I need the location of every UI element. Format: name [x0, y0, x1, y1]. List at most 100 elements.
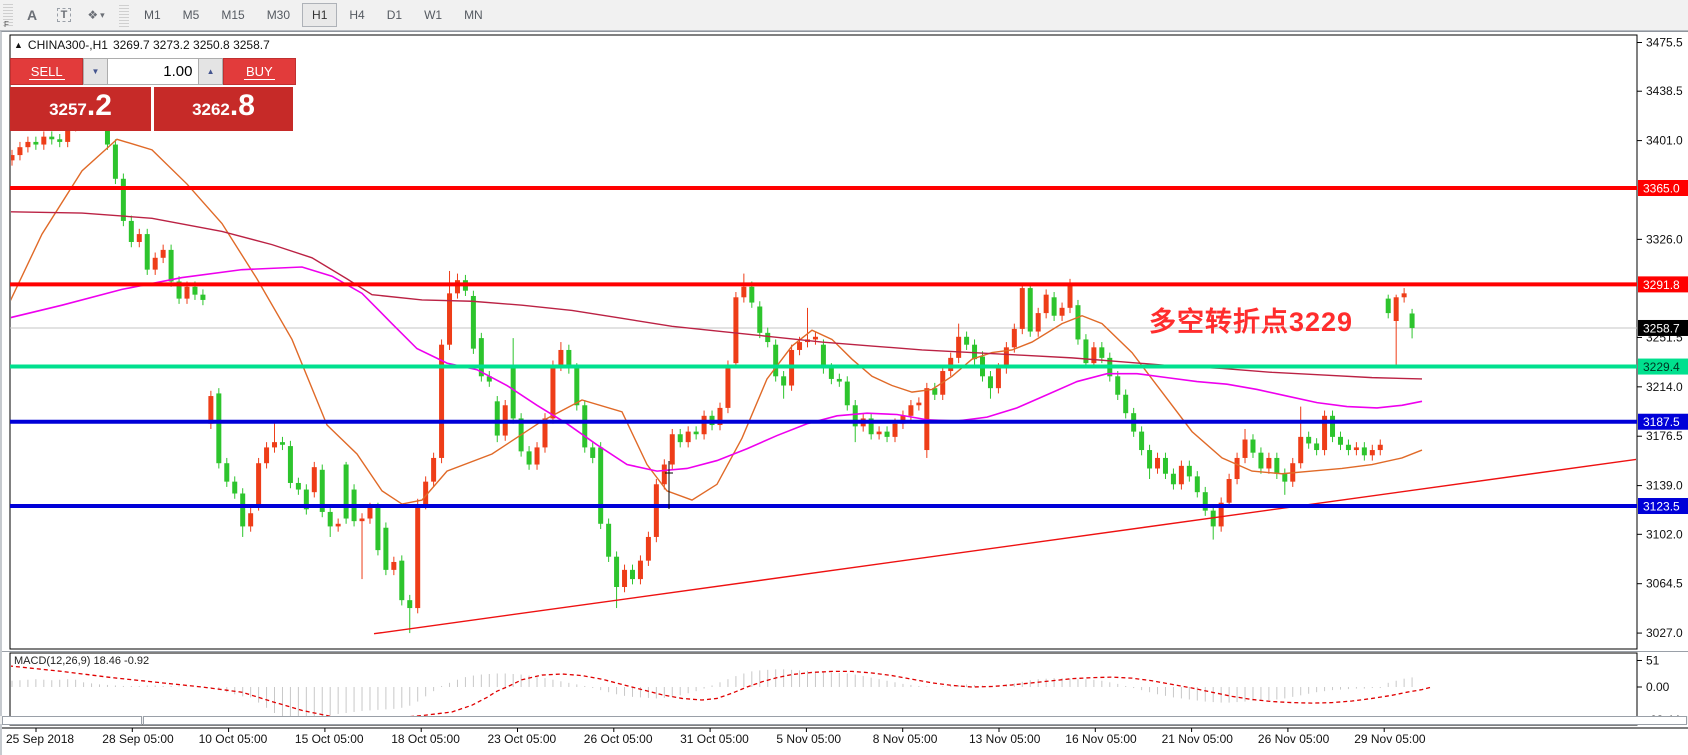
- candle-up: [367, 508, 372, 519]
- candle-up: [813, 337, 818, 340]
- toolbar-grip[interactable]: F: [3, 4, 13, 26]
- candle-down: [630, 570, 635, 579]
- chart-text-annotation: 多空转折点3229: [1149, 300, 1353, 339]
- bid-price[interactable]: 3257.2: [10, 87, 151, 131]
- candle-up: [646, 537, 651, 561]
- candle-up: [558, 350, 563, 366]
- candle-down: [1282, 474, 1287, 482]
- candle-down: [1346, 445, 1351, 450]
- candle-down: [590, 447, 595, 458]
- volume-decrease-button[interactable]: ▼: [83, 58, 107, 85]
- price-tick-label: 3139.0: [1646, 479, 1683, 493]
- timeframe-button-m1[interactable]: M1: [134, 3, 171, 27]
- timeframe-button-m30[interactable]: M30: [257, 3, 300, 27]
- candle-down: [829, 368, 834, 379]
- candle-down: [49, 137, 54, 140]
- candle-down: [121, 179, 126, 221]
- timeframe-button-m15[interactable]: M15: [211, 3, 254, 27]
- candle-up: [431, 458, 436, 482]
- candle-up: [272, 442, 277, 447]
- candle-down: [232, 482, 237, 494]
- candle-up: [1179, 466, 1184, 484]
- candle-up: [153, 258, 158, 270]
- candle-up: [185, 287, 190, 299]
- candle-down: [837, 379, 842, 382]
- scrollbar-left-box[interactable]: [2, 716, 142, 725]
- candle-down: [407, 600, 412, 608]
- candle-down: [1362, 447, 1367, 455]
- timeframe-button-d1[interactable]: D1: [377, 3, 412, 27]
- shapes-icon[interactable]: ❖ ▾: [83, 3, 109, 27]
- candle-up: [1378, 445, 1383, 450]
- sell-button[interactable]: SELL: [10, 58, 83, 85]
- candle-up: [455, 280, 460, 293]
- time-label: 28 Sep 05:00: [102, 732, 174, 746]
- candle-up: [1091, 347, 1096, 363]
- timeframe-button-m5[interactable]: M5: [173, 3, 210, 27]
- time-label: 15 Oct 05:00: [295, 732, 364, 746]
- volume-input[interactable]: 1.00: [108, 58, 199, 85]
- candle-down: [773, 345, 778, 377]
- volume-increase-button[interactable]: ▲: [198, 58, 222, 85]
- candle-up: [662, 465, 667, 485]
- candle-down: [1258, 453, 1263, 469]
- candle-down: [1306, 437, 1311, 444]
- price-badge-label: 3258.7: [1643, 321, 1680, 335]
- time-label: 25 Sep 2018: [6, 732, 74, 746]
- candle-up: [1012, 329, 1017, 347]
- timeframe-button-h4[interactable]: H4: [339, 3, 374, 27]
- candle-down: [1163, 458, 1168, 474]
- candle-down: [614, 557, 619, 587]
- chart-canvas[interactable]: 3475.53438.53401.03326.03251.53214.03176…: [2, 32, 1688, 755]
- scrollbar-thumb[interactable]: [143, 716, 1687, 725]
- timeframe-button-h1[interactable]: H1: [302, 3, 337, 27]
- candle-down: [288, 446, 293, 483]
- collapse-arrow-icon[interactable]: ▲: [14, 40, 23, 50]
- time-label: 31 Oct 05:00: [680, 732, 749, 746]
- candle-up: [893, 424, 898, 437]
- price-tick-label: 3102.0: [1646, 527, 1683, 541]
- macd-indicator-label: MACD(12,26,9) 18.46 -0.92: [14, 655, 149, 667]
- candle-down: [1123, 395, 1128, 413]
- ask-price[interactable]: 3262.8: [154, 87, 293, 131]
- candle-up: [1354, 447, 1359, 450]
- candle-up: [702, 416, 707, 434]
- candle-down: [1115, 376, 1120, 394]
- time-label: 13 Nov 05:00: [969, 732, 1041, 746]
- buy-button[interactable]: BUY: [223, 58, 296, 85]
- candle-down: [1139, 432, 1144, 450]
- candle-down: [574, 368, 579, 405]
- text-annotation-icon[interactable]: A: [19, 3, 45, 27]
- ask-pips: .8: [230, 89, 255, 123]
- candle-down: [471, 296, 476, 349]
- candle-up: [137, 234, 142, 242]
- price-tick-label: 3214.0: [1646, 380, 1683, 394]
- candle-down: [1330, 416, 1335, 437]
- chart-window: 3475.53438.53401.03326.03251.53214.03176…: [0, 31, 1688, 755]
- candle-up: [1060, 308, 1065, 316]
- candle-down: [495, 401, 500, 435]
- candle-down: [1274, 458, 1279, 474]
- timeframe-button-mn[interactable]: MN: [454, 3, 493, 27]
- candle-down: [1386, 299, 1391, 313]
- candle-up: [1044, 295, 1049, 313]
- text-label-icon[interactable]: T: [51, 3, 77, 27]
- candle-up: [1266, 458, 1271, 469]
- candle-down: [296, 483, 301, 490]
- candle-up: [1394, 297, 1399, 321]
- candle-up: [1068, 284, 1073, 308]
- candle-down: [216, 393, 221, 463]
- candle-down: [1410, 313, 1415, 327]
- timeframe-button-w1[interactable]: W1: [414, 3, 452, 27]
- symbol-name: CHINA300-,H1: [28, 38, 108, 52]
- candle-down: [845, 382, 850, 406]
- price-tick-label: 3401.0: [1646, 134, 1683, 148]
- candle-down: [1147, 450, 1152, 468]
- candle-down: [511, 368, 516, 418]
- candle-down: [757, 307, 762, 333]
- candle-down: [885, 432, 890, 437]
- bid-pips: .2: [87, 89, 112, 123]
- candle-down: [582, 405, 587, 447]
- candle-up: [391, 562, 396, 570]
- candle-up: [956, 337, 961, 358]
